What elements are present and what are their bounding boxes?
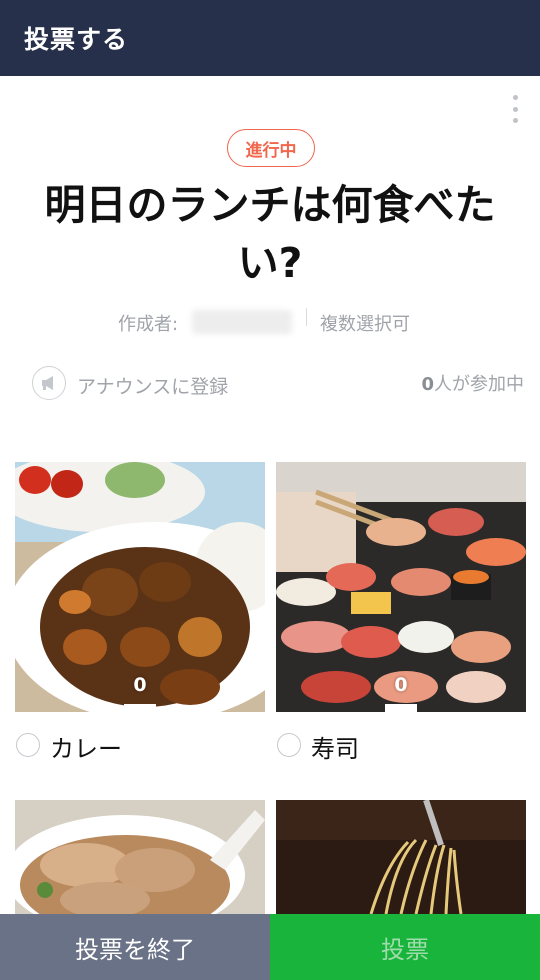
- author-name-redacted: [192, 310, 292, 334]
- poll-title: 明日のランチは何食べたい?: [44, 181, 496, 287]
- participants-number: 0: [421, 374, 434, 395]
- option-vote-bar: [124, 704, 156, 712]
- vote-button[interactable]: 投票: [270, 914, 540, 980]
- option-image-ramen[interactable]: [15, 800, 265, 914]
- option-image-pasta[interactable]: [276, 800, 526, 914]
- option-label-sushi[interactable]: 寿司: [311, 729, 359, 764]
- option-vote-count: 0: [394, 674, 408, 696]
- author-label: 作成者:: [118, 314, 179, 335]
- option-vote-count: 0: [133, 674, 147, 696]
- announce-register-button[interactable]: アナウンスに登録: [77, 372, 228, 399]
- megaphone-icon[interactable]: [32, 366, 66, 400]
- meta-divider: [306, 308, 307, 326]
- poll-meta: 作成者: 複数選択可: [0, 308, 540, 336]
- participants-suffix: 人が参加中: [434, 374, 524, 395]
- ramen-photo: [15, 800, 265, 914]
- option-label-curry[interactable]: カレー: [50, 729, 122, 764]
- app-header: 投票する: [0, 0, 540, 76]
- option-image-sushi[interactable]: 0: [276, 462, 526, 712]
- status-badge: 進行中: [227, 129, 315, 167]
- option-vote-bar: [385, 704, 417, 712]
- more-options-icon[interactable]: [503, 92, 527, 126]
- multi-select-label: 複数選択可: [320, 314, 410, 335]
- end-poll-button[interactable]: 投票を終了: [0, 914, 270, 980]
- header-title: 投票する: [24, 25, 129, 54]
- option-radio-curry[interactable]: [16, 733, 40, 757]
- option-radio-sushi[interactable]: [277, 733, 301, 757]
- option-image-curry[interactable]: 0: [15, 462, 265, 712]
- participants-count: 0人が参加中: [421, 370, 524, 396]
- pasta-photo: [276, 800, 526, 914]
